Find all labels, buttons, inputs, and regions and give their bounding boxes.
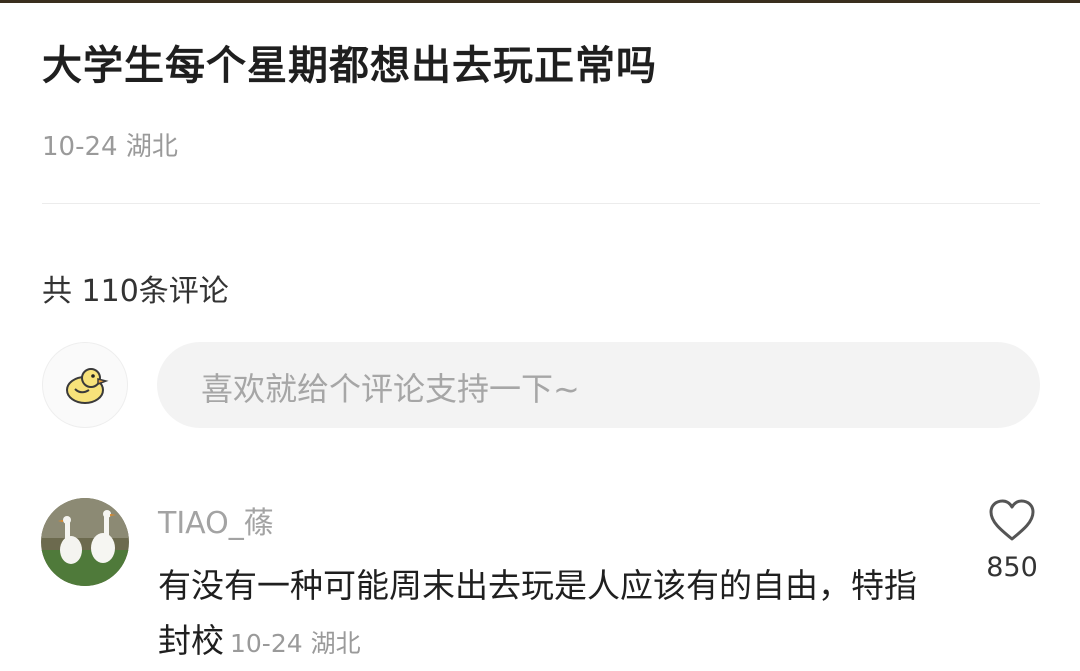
comment-input[interactable]: 喜欢就给个评论支持一下~: [157, 342, 1040, 428]
comment-input-placeholder: 喜欢就给个评论支持一下~: [201, 370, 580, 408]
top-edge-strip: [0, 0, 1080, 3]
comment-count: 共 110条评论: [42, 274, 229, 309]
commenter-username[interactable]: TIAO_蓧: [158, 498, 274, 542]
geese-photo-avatar: [41, 498, 129, 586]
duck-avatar-icon: [66, 368, 109, 404]
comment-body: 有没有一种可能周末出去玩是人应该有的自由，特指封校 10-24 湖北: [158, 558, 918, 671]
heart-icon: [989, 499, 1035, 541]
like-count: 850: [986, 552, 1038, 583]
commenter-avatar[interactable]: [41, 498, 129, 586]
my-avatar[interactable]: [42, 342, 128, 428]
divider: [42, 203, 1040, 204]
post-title: 大学生每个星期都想出去玩正常吗: [42, 43, 657, 89]
post-meta: 10-24 湖北: [42, 132, 178, 162]
like-button[interactable]: 850: [980, 498, 1044, 583]
comment-meta: 10-24 湖北: [230, 629, 361, 658]
